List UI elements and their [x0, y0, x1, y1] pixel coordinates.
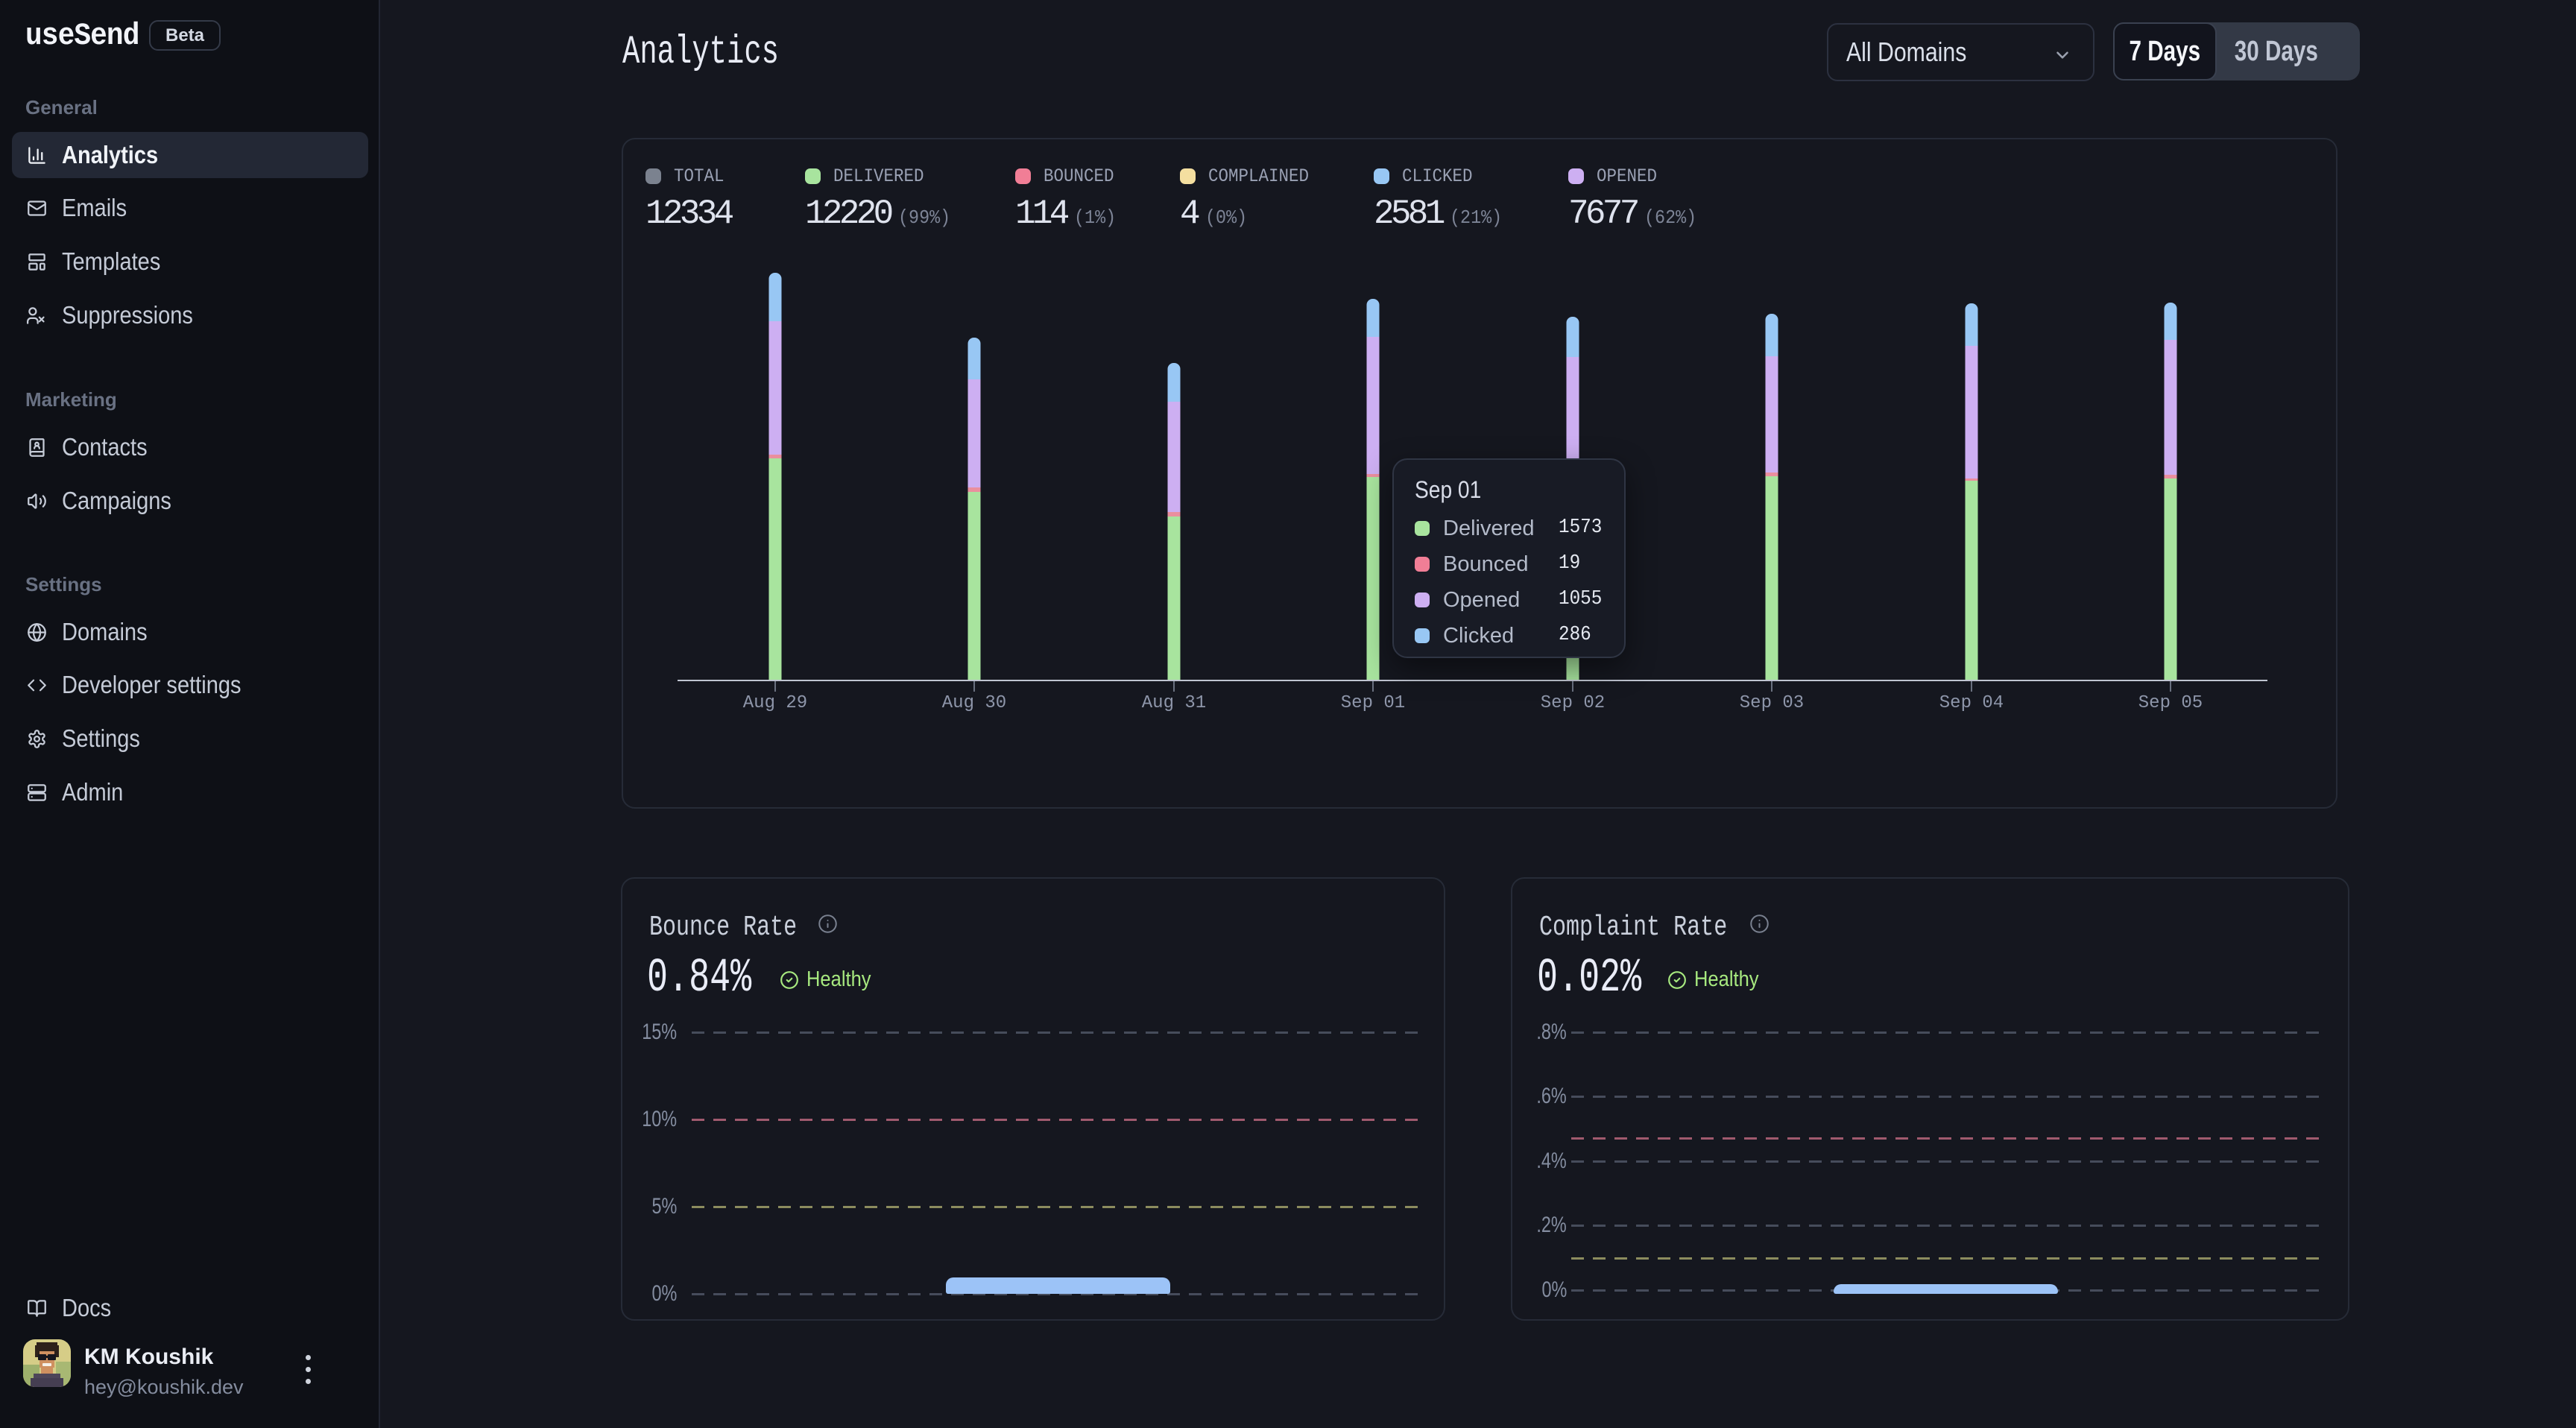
svg-text:Aug 30: Aug 30 — [942, 693, 1006, 713]
svg-text:Aug 31: Aug 31 — [1142, 693, 1206, 713]
svg-text:Sep 01: Sep 01 — [1341, 693, 1405, 713]
svg-text:Sep 04: Sep 04 — [1939, 693, 2004, 713]
svg-text:Sep 05: Sep 05 — [2138, 693, 2203, 713]
svg-text:Aug 29: Aug 29 — [743, 693, 807, 713]
svg-text:Sep 02: Sep 02 — [1541, 693, 1605, 713]
svg-text:Sep 03: Sep 03 — [1740, 693, 1804, 713]
